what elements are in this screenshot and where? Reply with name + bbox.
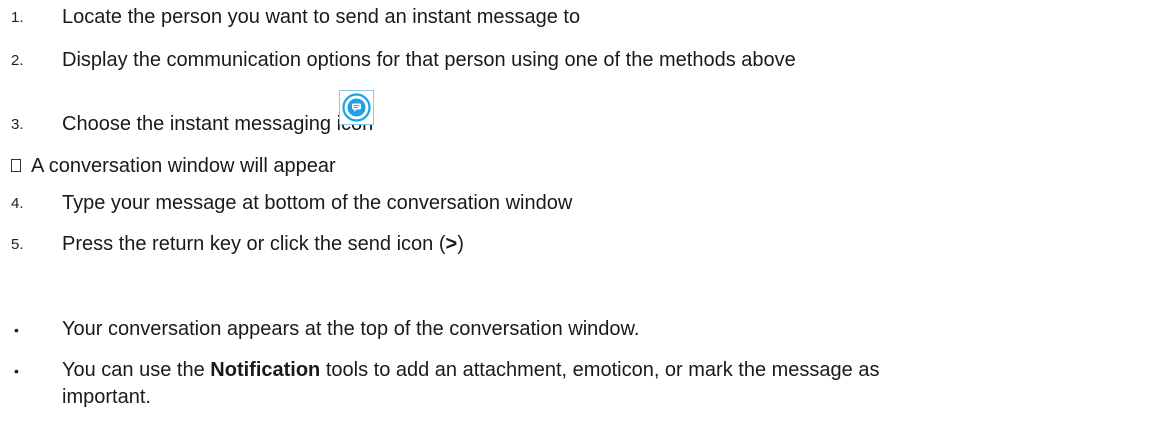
bullet-text: You can use the Notification tools to ad… [62, 356, 879, 384]
bullet-text-before: You can use the [62, 359, 211, 381]
step-number: 1. [11, 9, 24, 26]
step-number: 3. [11, 116, 24, 133]
step-text: Type your message at bottom of the conve… [62, 192, 573, 214]
notification-term: Notification [210, 359, 321, 381]
instructions-document: 1. Locate the person you want to send an… [0, 0, 1158, 421]
empty-square-marker-icon [11, 159, 21, 172]
bullet-text-after: tools to add an attachment, emoticon, or… [320, 359, 880, 381]
bullet-continuation-text: important. [62, 386, 151, 408]
step-text: Press the return key or click the send i… [62, 230, 464, 258]
step-number: 2. [11, 52, 24, 69]
note-text: A conversation window will appear [31, 155, 336, 177]
step-text: Locate the person you want to send an in… [62, 6, 581, 28]
step-text-after: ) [457, 233, 464, 255]
step-number: 4. [11, 195, 24, 212]
send-symbol: > [445, 233, 458, 255]
bullet-marker: • [14, 322, 19, 338]
bullet-text: Your conversation appears at the top of … [62, 318, 640, 340]
step-text-before: Press the return key or click the send i… [62, 233, 446, 255]
chat-bubble-icon [339, 90, 374, 125]
step-text: Display the communication options for th… [62, 49, 796, 71]
bullet-marker: • [14, 363, 19, 379]
step-number: 5. [11, 236, 24, 253]
step-text: Choose the instant messaging icon [62, 113, 374, 135]
